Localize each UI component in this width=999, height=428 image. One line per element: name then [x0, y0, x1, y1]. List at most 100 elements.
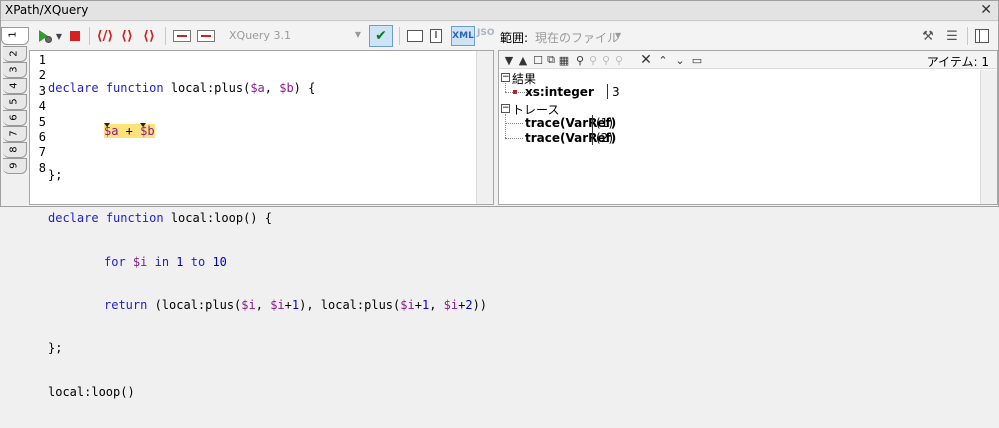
options-button[interactable]: ☰ — [943, 27, 961, 45]
tracepoint-button[interactable] — [195, 26, 217, 46]
results-pane: ▼ ▲ ☐ ⧉ ▦ ⚲ ⚲ ⚲ ⚲ ✕ ⌃ ⌄ ▭ アイテム: 1 − 結果 x… — [498, 50, 998, 205]
toolbar-divider — [967, 27, 968, 45]
result-value[interactable]: 3 — [612, 85, 620, 99]
collapse-trace-group[interactable]: − — [501, 104, 510, 113]
find-all-button[interactable]: ⚲ — [613, 53, 625, 67]
run-xquery-icon — [37, 28, 53, 44]
tab-6[interactable]: 6 — [3, 110, 27, 126]
xml-mode-button[interactable]: XML — [451, 26, 475, 46]
copy-line-icon: ☐ — [533, 53, 543, 67]
code-area[interactable]: declare function local:plus($a, $b) { $a… — [48, 53, 487, 428]
copy-line-button[interactable]: ☐ — [532, 53, 544, 67]
layout-button[interactable] — [973, 27, 991, 45]
run-dropdown[interactable]: ▼ — [55, 26, 63, 46]
code-line: declare function local:loop() { — [48, 211, 272, 226]
code-line: }; — [48, 341, 63, 356]
collapse-icon: ⌃ — [658, 53, 668, 67]
results-toolbar: ▼ ▲ ☐ ⧉ ▦ ⚲ ⚲ ⚲ ⚲ ✕ ⌃ ⌄ ▭ アイテム: 1 — [499, 51, 997, 69]
validate-button[interactable]: ✔ — [369, 25, 393, 47]
breakpoint-icon — [173, 30, 191, 42]
clear-results-button[interactable]: ✕ — [640, 52, 652, 68]
code-line: local:loop() — [48, 384, 135, 399]
expand-icon: ⌄ — [675, 53, 685, 67]
search-icon: ⚲ — [575, 53, 585, 67]
tab-4[interactable]: 4 — [3, 78, 27, 94]
tools-icon: ⚒ — [922, 28, 934, 44]
chevron-down-icon: ▼ — [615, 31, 622, 40]
copy-all-icon: ⧉ — [547, 53, 555, 66]
tracepoint-icon — [197, 30, 215, 42]
prev-result-button[interactable]: ▲ — [517, 53, 529, 67]
find-prev-icon: ⚲ — [601, 53, 611, 67]
collapse-button[interactable]: ⌃ — [657, 53, 669, 67]
stop-button[interactable] — [67, 26, 83, 46]
tab-5[interactable]: 5 — [3, 94, 27, 110]
step-out-button[interactable]: ⟨⟩ — [139, 26, 159, 46]
collapse-result-group[interactable]: − — [501, 73, 510, 82]
code-line: for $i in 1 to 10 — [104, 254, 227, 269]
toolbar: ▼ ⟨/⟩ ⟨⟩ ⟨⟩ XQuery 3.1 ▼ ✔ I XML JSO 範囲:… — [29, 23, 998, 49]
next-result-button[interactable]: ▼ — [503, 53, 515, 67]
panel-layout-icon — [975, 29, 989, 43]
print-button[interactable] — [405, 26, 425, 46]
scope-select[interactable]: 現在のファイル ▼ — [535, 29, 623, 45]
editor-scrollbar[interactable] — [476, 51, 493, 204]
triangle-down-icon: ▼ — [504, 53, 514, 67]
run-button[interactable] — [35, 26, 55, 46]
xquery-version-select[interactable]: XQuery 3.1 ▼ — [225, 27, 363, 45]
line-numbers: 1 2 3 4 5 6 7 8 — [38, 53, 46, 175]
options-icon: ☰ — [946, 28, 958, 44]
find-next-icon: ⚲ — [588, 53, 598, 67]
table-view-button[interactable]: ▦ — [558, 53, 570, 67]
triangle-up-icon: ▲ — [518, 53, 528, 67]
query-tabs: 1 2 3 4 5 6 7 8 9 — [1, 23, 29, 206]
text-cursor-button[interactable]: I — [427, 26, 445, 46]
items-count: アイテム: 1 — [926, 55, 989, 69]
toolbar-divider — [399, 27, 400, 45]
find-next-button[interactable]: ⚲ — [587, 53, 599, 67]
xquery-editor[interactable]: 1 2 3 4 5 6 7 8 declare function local:p… — [29, 50, 494, 399]
step-over-button[interactable]: ⟨⟩ — [117, 26, 137, 46]
tab-9[interactable]: 9 — [3, 158, 27, 174]
copy-all-button[interactable]: ⧉ — [545, 53, 557, 67]
breakpoint-button[interactable] — [171, 26, 193, 46]
save-results-button[interactable]: ▭ — [691, 53, 703, 67]
tab-1[interactable]: 1 — [1, 27, 29, 45]
tab-7[interactable]: 7 — [3, 126, 27, 142]
grid-icon: ▦ — [558, 53, 570, 67]
tab-8[interactable]: 8 — [3, 142, 27, 158]
xpath-xquery-window: XPath/XQuery ✕ 1 2 3 4 5 6 7 8 9 ▼ ⟨/⟩ ⟨… — [0, 0, 999, 399]
code-line: return (local:plus($i, $i+1), local:plus… — [104, 297, 488, 312]
tab-2[interactable]: 2 — [3, 46, 27, 62]
find-prev-button[interactable]: ⚲ — [600, 53, 612, 67]
step-over-icon: ⟨⟩ — [121, 28, 133, 44]
step-into-button[interactable]: ⟨/⟩ — [95, 26, 115, 46]
window-title: XPath/XQuery — [5, 3, 89, 17]
close-icon: ✕ — [640, 52, 652, 68]
trace-row-value[interactable]: (1) — [596, 116, 613, 130]
toolbar-divider — [89, 27, 90, 45]
save-icon: ▭ — [691, 53, 703, 67]
find-button[interactable]: ⚲ — [574, 53, 586, 67]
tab-3[interactable]: 3 — [3, 62, 27, 78]
result-type[interactable]: xs:integer — [525, 85, 594, 99]
code-line: declare function local:plus($a, $b) { — [48, 81, 316, 95]
expand-button[interactable]: ⌄ — [674, 53, 686, 67]
code-line: }; — [48, 167, 63, 182]
scope-label: 範囲: — [500, 31, 529, 45]
close-icon[interactable]: ✕ — [980, 2, 992, 18]
find-all-icon: ⚲ — [614, 53, 624, 67]
stop-icon — [70, 31, 80, 41]
print-icon — [407, 30, 423, 42]
json-mode-button[interactable]: JSO — [477, 28, 494, 38]
validate-check-icon: ✔ — [375, 28, 387, 44]
toolbar-divider — [165, 27, 166, 45]
chevron-down-icon: ▼ — [354, 30, 361, 39]
trace-row-value[interactable]: (2) — [596, 131, 613, 145]
step-out-icon: ⟨⟩ — [143, 28, 155, 44]
settings-tools-button[interactable]: ⚒ — [919, 27, 937, 45]
result-item-bullet — [513, 90, 517, 94]
results-scrollbar[interactable] — [980, 70, 997, 204]
chevron-down-icon: ▼ — [55, 31, 63, 41]
text-cursor-icon: I — [430, 29, 442, 43]
